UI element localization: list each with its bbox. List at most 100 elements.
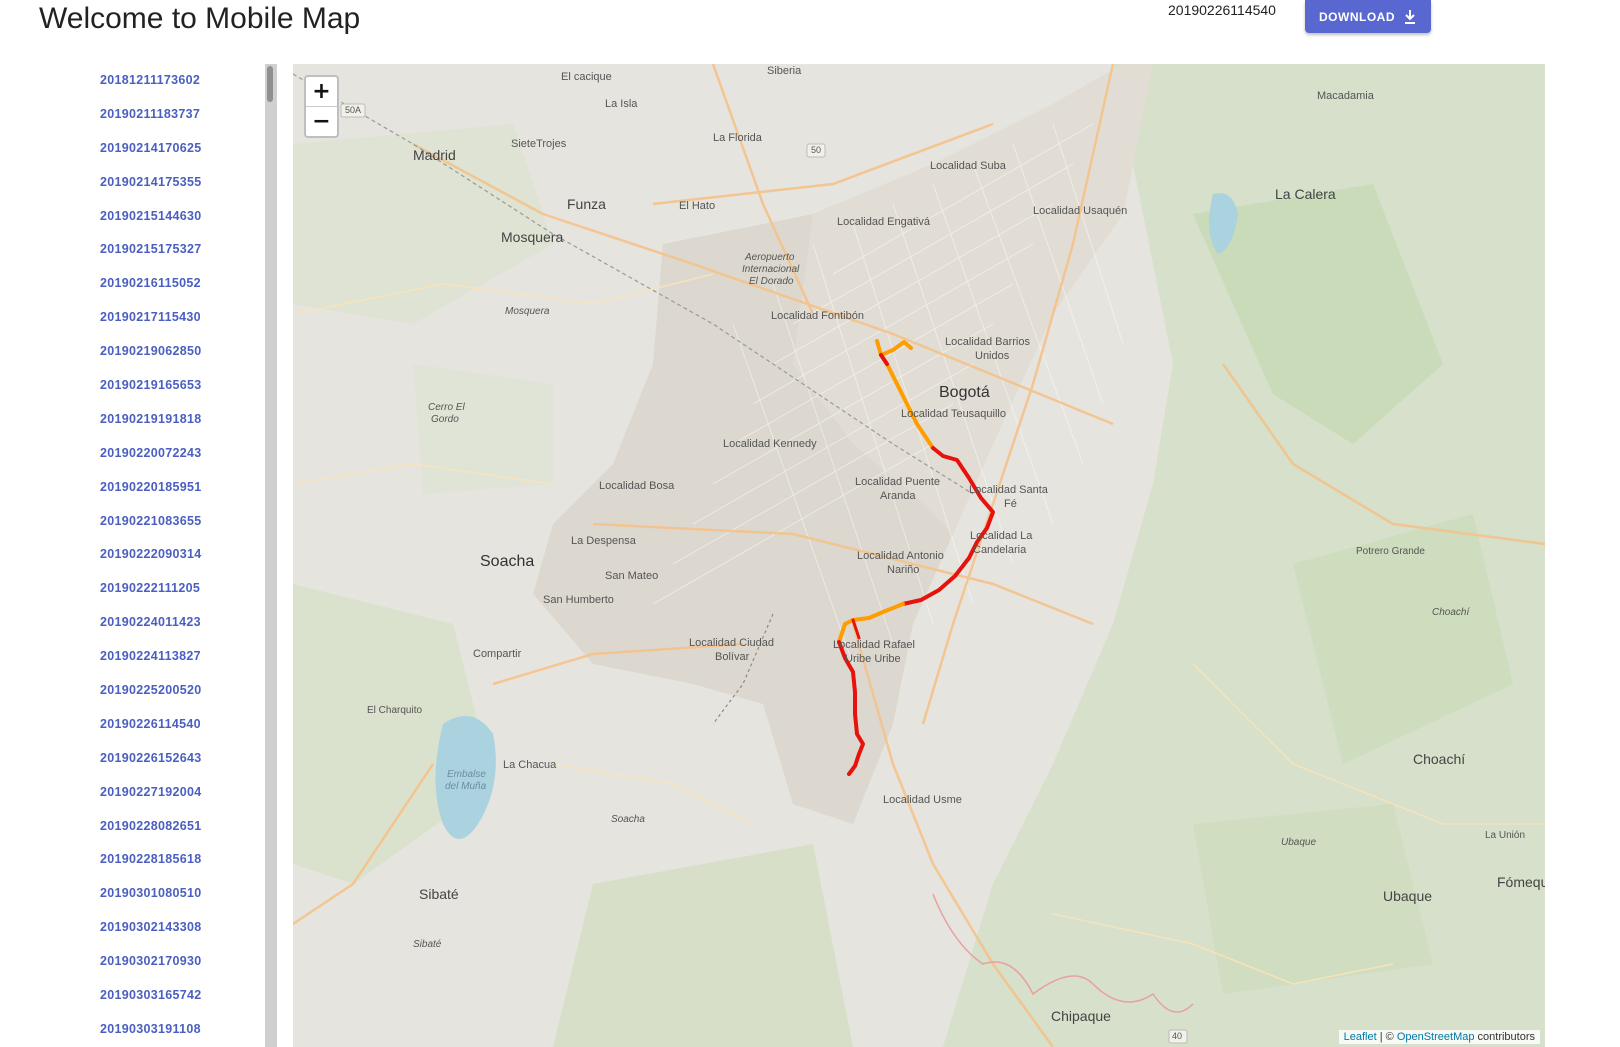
- map-label: La Isla: [605, 98, 638, 110]
- map-label: El Charquito: [367, 705, 423, 716]
- file-list-item[interactable]: 20190303165742: [39, 979, 277, 1013]
- file-list-item[interactable]: 20190222111205: [39, 572, 277, 606]
- file-list-item[interactable]: 20190219191818: [39, 403, 277, 437]
- file-list[interactable]: 20181211173602 20190211183737 201902141706…: [39, 64, 277, 1047]
- map-label: Localidad Rafael: [833, 639, 915, 651]
- file-list-item[interactable]: 20190220072243: [39, 437, 277, 471]
- map-label: Localidad La: [970, 530, 1033, 542]
- map-label: Gordo: [431, 414, 459, 425]
- download-button-label: DOWNLOAD: [1319, 9, 1395, 24]
- map-label: Localidad Bosa: [599, 480, 675, 492]
- map-label: Sibaté: [413, 939, 442, 950]
- map-label: Soacha: [611, 814, 645, 825]
- map-label: Localidad Kennedy: [723, 438, 817, 450]
- file-list-item[interactable]: 20190224011423: [39, 606, 277, 640]
- map-label: La Unión: [1485, 830, 1526, 841]
- map-label: Potrero Grande: [1356, 546, 1425, 557]
- road-shield: 50A: [345, 105, 362, 115]
- map-attribution: Leaflet | © OpenStreetMap contributors: [1338, 1030, 1540, 1044]
- zoom-out-button[interactable]: −: [306, 107, 337, 136]
- mobile-map-app: Welcome to Mobile Map 20190226114540 DOW…: [0, 0, 1620, 1047]
- map-label: Localidad Fontibón: [771, 310, 864, 322]
- file-list-item[interactable]: 20190301080510: [39, 877, 277, 911]
- zoom-control: + −: [304, 75, 339, 138]
- map-label: Bogotá: [939, 384, 990, 401]
- osm-link[interactable]: OpenStreetMap: [1397, 1031, 1475, 1043]
- map-label: Localidad Suba: [930, 160, 1006, 172]
- map-label: Soacha: [480, 553, 535, 570]
- map-view[interactable]: El cacique Siberia La Isla Madrid SieteT…: [293, 64, 1545, 1047]
- map-label: Funza: [567, 196, 606, 212]
- map-label: San Mateo: [605, 570, 659, 582]
- file-list-item[interactable]: 20190228082651: [39, 810, 277, 844]
- file-list-item[interactable]: 20190302170930: [39, 945, 277, 979]
- map-label: La Chacua: [503, 759, 557, 771]
- map-label: SieteTrojes: [511, 138, 567, 150]
- map-label: Mosquera: [505, 306, 550, 317]
- scrollbar-thumb[interactable]: [267, 66, 273, 102]
- file-list-item[interactable]: 20190302143308: [39, 911, 277, 945]
- file-list-item[interactable]: 20190220185951: [39, 471, 277, 505]
- road-shield: 40: [1172, 1031, 1183, 1041]
- file-list-item[interactable]: 20190214170625: [39, 132, 277, 166]
- map-label: Localidad Santa: [969, 484, 1048, 496]
- attribution-separator: | ©: [1376, 1031, 1397, 1043]
- map-label: Fómequ: [1497, 874, 1545, 890]
- map-label: del Muña: [445, 781, 487, 792]
- map-label: Mosquera: [501, 229, 564, 245]
- map-label: El Dorado: [749, 276, 794, 287]
- map-label: Nariño: [887, 564, 920, 576]
- leaflet-link[interactable]: Leaflet: [1344, 1031, 1377, 1043]
- file-list-item[interactable]: 20190303191108: [39, 1013, 277, 1047]
- map-label: La Florida: [713, 132, 762, 144]
- map-label: Internacional: [742, 264, 800, 275]
- map-label: Sibaté: [419, 886, 459, 902]
- map-label: Choachí: [1432, 607, 1470, 618]
- map-label: Localidad Usme: [883, 794, 962, 806]
- map-label: San Humberto: [543, 594, 614, 606]
- file-list-item[interactable]: 20190221083655: [39, 505, 277, 539]
- map-label: Unidos: [975, 350, 1010, 362]
- map-label: Macadamia: [1317, 90, 1374, 102]
- map-label: La Calera: [1275, 186, 1336, 202]
- map-label: Localidad Puente: [855, 476, 941, 488]
- file-list-item[interactable]: 20190228185618: [39, 843, 277, 877]
- map-label: Chipaque: [1051, 1008, 1111, 1024]
- file-list-item[interactable]: 20190216115052: [39, 267, 277, 301]
- map-label: Aranda: [880, 490, 916, 502]
- map-label: Embalse: [447, 769, 486, 780]
- map-label: El cacique: [561, 71, 612, 83]
- download-button[interactable]: DOWNLOAD: [1305, 0, 1431, 33]
- file-list-item[interactable]: 20190215144630: [39, 200, 277, 234]
- map-label: Fé: [1004, 498, 1017, 510]
- zoom-in-button[interactable]: +: [306, 77, 337, 107]
- file-list-item[interactable]: 20181211173602: [39, 64, 277, 98]
- file-list-item[interactable]: 20190211183737: [39, 98, 277, 132]
- file-list-scrollbar[interactable]: [265, 64, 277, 1047]
- file-list-item[interactable]: 20190224113827: [39, 640, 277, 674]
- map-label: Localidad Teusaquillo: [901, 408, 1006, 420]
- map-label: El Hato: [679, 200, 716, 212]
- selected-file-label: 20190226114540: [1168, 2, 1276, 18]
- attribution-contributors: contributors: [1474, 1031, 1535, 1043]
- map-label: Candelaria: [973, 544, 1027, 556]
- map-label: La Despensa: [571, 535, 636, 547]
- map-label: Localidad Barrios: [945, 336, 1030, 348]
- map-label: Siberia: [767, 65, 802, 77]
- file-list-item[interactable]: 20190215175327: [39, 233, 277, 267]
- file-list-item[interactable]: 20190226114540: [39, 708, 277, 742]
- file-list-item[interactable]: 20190226152643: [39, 742, 277, 776]
- page-title: Welcome to Mobile Map: [39, 2, 361, 35]
- file-list-item[interactable]: 20190225200520: [39, 674, 277, 708]
- map-label: Choachí: [1413, 751, 1466, 767]
- map-label: Ubaque: [1281, 837, 1317, 848]
- map-label: Localidad Ciudad: [689, 637, 775, 649]
- file-list-item[interactable]: 20190219062850: [39, 335, 277, 369]
- file-list-item[interactable]: 20190219165653: [39, 369, 277, 403]
- map-label: Cerro El: [428, 402, 465, 413]
- file-list-item[interactable]: 20190222090314: [39, 538, 277, 572]
- file-list-item[interactable]: 20190217115430: [39, 301, 277, 335]
- file-list-item[interactable]: 20190214175355: [39, 166, 277, 200]
- map-label: Ubaque: [1383, 888, 1433, 904]
- file-list-item[interactable]: 20190227192004: [39, 776, 277, 810]
